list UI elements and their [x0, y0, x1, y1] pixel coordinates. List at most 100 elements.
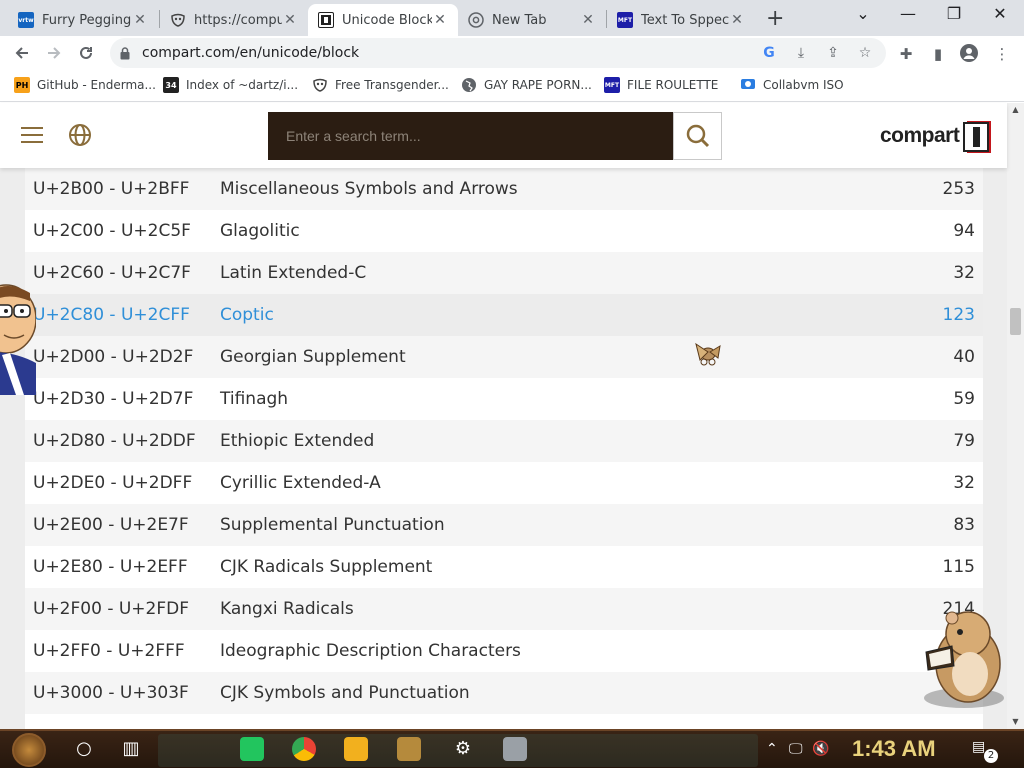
block-range[interactable]: U+3000 - U+303F [33, 683, 189, 703]
tray-chevron-icon[interactable]: ⌃ [766, 741, 778, 757]
table-row[interactable]: U+2D00 - U+2D2F Georgian Supplement 40 [25, 336, 983, 378]
bookmark-github[interactable]: PH GitHub - Enderma... [14, 77, 156, 93]
close-window-button[interactable]: ✕ [980, 4, 1020, 23]
close-icon[interactable]: ✕ [282, 12, 298, 28]
block-name[interactable]: Georgian Supplement [220, 347, 406, 367]
table-row[interactable]: U+2D80 - U+2DDF Ethiopic Extended 79 [25, 420, 983, 462]
block-range[interactable]: U+2D80 - U+2DDF [33, 431, 196, 451]
scroll-thumb[interactable] [1010, 308, 1021, 335]
close-icon[interactable]: ✕ [432, 12, 448, 28]
chrome-app-icon[interactable] [292, 737, 316, 761]
settings-gear-icon[interactable]: ⚙ [451, 737, 475, 761]
block-name[interactable]: Cyrillic Extended-A [220, 473, 381, 493]
block-range[interactable]: U+2C60 - U+2C7F [33, 263, 191, 283]
block-name[interactable]: Latin Extended-C [220, 263, 366, 283]
lock-icon[interactable] [120, 45, 130, 60]
table-row[interactable]: U+2B00 - U+2BFF Miscellaneous Symbols an… [25, 168, 983, 210]
close-icon[interactable]: ✕ [132, 12, 148, 28]
desktop-buddy-man[interactable] [0, 283, 37, 395]
block-name[interactable]: Ethiopic Extended [220, 431, 374, 451]
block-range[interactable]: U+2E00 - U+2E7F [33, 515, 189, 535]
block-name[interactable]: Glagolitic [220, 221, 300, 241]
search-input[interactable] [268, 112, 674, 160]
scroll-up-arrow-icon[interactable]: ▲ [1007, 103, 1024, 117]
globe-language-icon[interactable] [68, 123, 92, 147]
restore-button[interactable]: ❐ [934, 4, 974, 23]
share-icon[interactable]: ⇪ [824, 44, 842, 62]
block-name[interactable]: Coptic [220, 305, 274, 325]
block-name[interactable]: CJK Symbols and Punctuation [220, 683, 470, 703]
table-row[interactable]: U+2F00 - U+2FDF Kangxi Radicals 214 [25, 588, 983, 630]
scroll-down-arrow-icon[interactable]: ▼ [1007, 715, 1024, 729]
tab-unicode-blocks[interactable]: Unicode Blocks ✕ [308, 4, 458, 36]
block-range[interactable]: U+2FF0 - U+2FFF [33, 641, 185, 661]
notes-app-icon[interactable] [240, 737, 264, 761]
block-range[interactable]: U+2B00 - U+2BFF [33, 179, 189, 199]
google-translate-icon[interactable]: G [760, 44, 778, 62]
minimize-button[interactable]: — [888, 4, 928, 23]
close-icon[interactable]: ✕ [580, 12, 596, 28]
tab-search-icon[interactable]: ⌄ [843, 4, 883, 23]
table-row[interactable]: U+2C00 - U+2C5F Glagolitic 94 [25, 210, 983, 252]
omnibox[interactable]: compart.com/en/unicode/block G ⤓ ⇪ ☆ [110, 38, 886, 68]
back-button[interactable] [10, 42, 34, 64]
search-button[interactable] [673, 112, 722, 160]
hamburger-menu-icon[interactable] [21, 127, 43, 143]
table-row-hovered[interactable]: U+2C80 - U+2CFF Coptic 123 [25, 294, 983, 336]
table-row[interactable]: U+2D30 - U+2D7F Tifinagh 59 [25, 378, 983, 420]
block-range[interactable]: U+2D30 - U+2D7F [33, 389, 193, 409]
block-range[interactable]: U+2C00 - U+2C5F [33, 221, 191, 241]
block-range[interactable]: U+2F00 - U+2FDF [33, 599, 189, 619]
table-row[interactable]: U+2FF0 - U+2FFF Ideographic Description … [25, 630, 983, 672]
bookmark-index[interactable]: 34 Index of ~dartz/i... [163, 77, 298, 93]
bonzi-app-icon[interactable] [397, 737, 421, 761]
notification-center-icon[interactable]: ▤ 2 [972, 739, 998, 763]
block-name[interactable]: Miscellaneous Symbols and Arrows [220, 179, 518, 199]
table-row[interactable]: U+3000 - U+303F CJK Symbols and Punctuat… [25, 672, 983, 714]
menu-kebab-icon[interactable]: ⋮ [992, 44, 1012, 64]
tab-text-to-speech[interactable]: MFT Text To Sppec ✕ [607, 4, 755, 36]
block-name[interactable]: Tifinagh [220, 389, 288, 409]
block-range[interactable]: U+2DE0 - U+2DFF [33, 473, 192, 493]
url-text[interactable]: compart.com/en/unicode/block [142, 45, 359, 61]
block-range[interactable]: U+2E80 - U+2EFF [33, 557, 188, 577]
volume-muted-icon[interactable]: 🔇 [812, 741, 829, 757]
table-row[interactable]: U+2C60 - U+2C7F Latin Extended-C 32 [25, 252, 983, 294]
reload-button[interactable] [74, 42, 98, 64]
network-icon[interactable]: 🖵 [789, 741, 803, 757]
tab-new-tab[interactable]: New Tab ✕ [458, 4, 606, 36]
tab-compu[interactable]: https://compu ✕ [160, 4, 308, 36]
bookmark-file-roulette[interactable]: MFT FILE ROULETTE [604, 77, 718, 93]
tab-furry[interactable]: vrtw Furry Pegging ✕ [8, 4, 158, 36]
side-panel-icon[interactable]: ▮ [928, 44, 948, 64]
block-name[interactable]: Supplemental Punctuation [220, 515, 445, 535]
table-row[interactable]: U+2DE0 - U+2DFF Cyrillic Extended-A 32 [25, 462, 983, 504]
file-explorer-icon[interactable] [344, 737, 368, 761]
block-name[interactable]: Ideographic Description Characters [220, 641, 521, 661]
table-row[interactable]: U+2E00 - U+2E7F Supplemental Punctuation… [25, 504, 983, 546]
desktop-buddy-hamster[interactable] [906, 604, 1006, 710]
new-tab-button[interactable]: + [766, 6, 784, 31]
block-name[interactable]: Kangxi Radicals [220, 599, 354, 619]
block-name[interactable]: CJK Radicals Supplement [220, 557, 432, 577]
install-icon[interactable]: ⤓ [792, 44, 810, 62]
task-view-icon[interactable]: ▥ [119, 737, 143, 761]
bookmark-star-icon[interactable]: ☆ [856, 44, 874, 62]
profile-avatar[interactable] [959, 44, 979, 64]
bookmark-collabvm[interactable]: Collabvm ISO [740, 77, 844, 93]
app-icon[interactable] [503, 737, 527, 761]
forward-button[interactable] [42, 42, 66, 64]
bookmark-free-transgender[interactable]: Free Transgender... [312, 77, 449, 93]
block-range[interactable]: U+2D00 - U+2D2F [33, 347, 193, 367]
block-range[interactable]: U+2C80 - U+2CFF [33, 305, 190, 325]
compart-logo[interactable]: compart [880, 121, 992, 153]
taskbar-clock[interactable]: 1:43 AM [852, 736, 936, 762]
page-scrollbar[interactable]: ▲ ▼ [1007, 103, 1024, 729]
extensions-icon[interactable]: ✚ [896, 44, 916, 64]
desktop-buddy-moth[interactable] [692, 338, 724, 370]
bookmark-gay[interactable]: GAY RAPE PORN... [461, 77, 592, 93]
table-row[interactable]: U+2E80 - U+2EFF CJK Radicals Supplement … [25, 546, 983, 588]
search-circle-icon[interactable]: ○ [72, 737, 96, 761]
start-button[interactable] [12, 733, 46, 767]
close-icon[interactable]: ✕ [729, 12, 745, 28]
